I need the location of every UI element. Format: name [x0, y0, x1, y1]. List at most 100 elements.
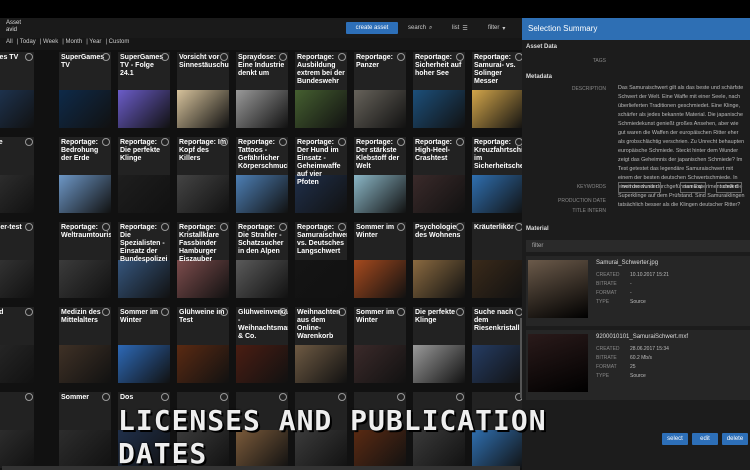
select-checkbox[interactable]: [456, 393, 464, 401]
range-all[interactable]: All: [6, 39, 13, 45]
asset-tile[interactable]: SuperGames TV - Folge 24.1: [118, 52, 170, 128]
asset-tile[interactable]: Sommer: [59, 392, 111, 468]
select-checkbox[interactable]: [456, 308, 464, 316]
asset-tile[interactable]: Reportage: High-Heel-Crashtest: [413, 137, 465, 213]
select-checkbox[interactable]: [397, 223, 405, 231]
select-checkbox[interactable]: [220, 308, 228, 316]
asset-tile[interactable]: sauger-test: [0, 222, 34, 298]
range-month[interactable]: | Month: [62, 39, 82, 45]
asset-tile[interactable]: Sommer im Winter: [354, 222, 406, 298]
select-checkbox[interactable]: [25, 53, 33, 61]
select-checkbox[interactable]: [397, 308, 405, 316]
asset-tile[interactable]: Reportage: Die perfekte Klinge: [118, 137, 170, 213]
keyword-tag[interactable]: schwert: [716, 182, 742, 193]
asset-tile[interactable]: Psychologie des Wohnens: [413, 222, 465, 298]
asset-tile[interactable]: Sommer im Winter: [118, 307, 170, 383]
list-view-button[interactable]: list ☰: [452, 22, 468, 34]
material-filter[interactable]: filter: [526, 240, 750, 252]
select-checkbox[interactable]: [220, 223, 228, 231]
asset-tile[interactable]: Reportage: Der Hund im Einsatz - Geheimw…: [295, 137, 347, 213]
select-checkbox[interactable]: [161, 138, 169, 146]
asset-thumbnail: [59, 345, 111, 383]
asset-tile[interactable]: Reportage: Kreuzfahrtschiff im Sicherhei…: [472, 137, 524, 213]
select-checkbox[interactable]: [220, 138, 228, 146]
search-button[interactable]: search ⌕: [408, 22, 432, 34]
select-button[interactable]: select: [662, 433, 688, 445]
select-checkbox[interactable]: [102, 223, 110, 231]
select-checkbox[interactable]: [102, 308, 110, 316]
select-checkbox[interactable]: [338, 53, 346, 61]
select-checkbox[interactable]: [338, 308, 346, 316]
select-checkbox[interactable]: [279, 308, 287, 316]
asset-tile[interactable]: Reportage: Kristallklare Fassbinder Hamb…: [177, 222, 229, 298]
select-checkbox[interactable]: [456, 138, 464, 146]
asset-tile[interactable]: Medizin des Mittelalters: [59, 307, 111, 383]
asset-tile[interactable]: Reportage: Ausbildung extrem bei der Bun…: [295, 52, 347, 128]
delete-button[interactable]: delete: [722, 433, 748, 445]
select-checkbox[interactable]: [161, 393, 169, 401]
asset-tile[interactable]: Reportage: Sicherheit auf hoher See: [413, 52, 465, 128]
asset-tile[interactable]: Glühweinverkäufer - Weihnachtsmarkt & Co…: [236, 307, 288, 383]
asset-tile[interactable]: Kräuterlikör: [472, 222, 524, 298]
select-checkbox[interactable]: [161, 308, 169, 316]
asset-tile[interactable]: Die perfekte Klinge: [413, 307, 465, 383]
asset-tile[interactable]: Reportage: Bedrohung der Erde: [59, 137, 111, 213]
select-checkbox[interactable]: [338, 223, 346, 231]
asset-tile[interactable]: [0, 392, 34, 468]
select-checkbox[interactable]: [25, 138, 33, 146]
select-checkbox[interactable]: [279, 138, 287, 146]
range-year[interactable]: | Year: [86, 39, 101, 45]
select-checkbox[interactable]: [456, 53, 464, 61]
select-checkbox[interactable]: [279, 393, 287, 401]
asset-tile[interactable]: Vorsicht vor Sinnestäuschun: [177, 52, 229, 128]
asset-tile[interactable]: Reportage: Weltraumtourismus: [59, 222, 111, 298]
keyword-tag[interactable]: samurai: [680, 182, 706, 193]
create-asset-button[interactable]: create asset: [346, 22, 398, 34]
asset-tile[interactable]: Games TV: [0, 52, 34, 128]
keyword-tag[interactable]: weit der wunder: [618, 182, 662, 193]
select-checkbox[interactable]: [397, 53, 405, 61]
asset-tile[interactable]: Weihnachten aus dem Online-Warenkorb: [295, 307, 347, 383]
description-label: DESCRIPTION: [571, 86, 606, 92]
select-checkbox[interactable]: [338, 138, 346, 146]
range-week[interactable]: | Week: [40, 39, 58, 45]
asset-tile[interactable]: Reportage: Samurai- vs. Solinger Messer: [472, 52, 524, 128]
select-checkbox[interactable]: [279, 53, 287, 61]
filter-button[interactable]: filter ▾: [488, 22, 505, 34]
edit-button[interactable]: edit: [692, 433, 718, 445]
select-checkbox[interactable]: [161, 223, 169, 231]
select-checkbox[interactable]: [25, 393, 33, 401]
asset-tile[interactable]: Reportage: Panzer: [354, 52, 406, 128]
material-item[interactable]: Samurai_Schwerter.jpg CREATED 10.10.2017 1…: [526, 256, 750, 326]
asset-tile[interactable]: Suche nach dem Riesenkristall: [472, 307, 524, 383]
material-item[interactable]: 9200010101_SamuraiSchwert.mxf CREATED 28.0…: [526, 330, 750, 400]
select-checkbox[interactable]: [397, 138, 405, 146]
asset-tile[interactable]: Sommer im Winter: [354, 307, 406, 383]
asset-tile[interactable]: Glühweine im Test: [177, 307, 229, 383]
select-checkbox[interactable]: [338, 393, 346, 401]
asset-tile[interactable]: Reportage: Die Strahler - Schatzsucher i…: [236, 222, 288, 298]
select-checkbox[interactable]: [102, 393, 110, 401]
select-checkbox[interactable]: [456, 223, 464, 231]
select-checkbox[interactable]: [220, 393, 228, 401]
select-checkbox[interactable]: [397, 393, 405, 401]
asset-tile[interactable]: rliche: [0, 137, 34, 213]
asset-tile[interactable]: Reportage: Tattoos - Gefährlicher Körper…: [236, 137, 288, 213]
select-checkbox[interactable]: [102, 53, 110, 61]
asset-tile[interactable]: Reportage: Samuraischwert vs. Deutsches …: [295, 222, 347, 298]
asset-tile[interactable]: Spraydose: Eine Industrie denkt um: [236, 52, 288, 128]
asset-tile[interactable]: guard: [0, 307, 34, 383]
asset-tile[interactable]: SuperGames TV: [59, 52, 111, 128]
select-checkbox[interactable]: [102, 138, 110, 146]
asset-tile[interactable]: Reportage: Die Spezialisten - Einsatz de…: [118, 222, 170, 298]
select-checkbox[interactable]: [279, 223, 287, 231]
range-custom[interactable]: | Custom: [105, 39, 129, 45]
select-checkbox[interactable]: [25, 308, 33, 316]
grid-horizontal-scrollbar[interactable]: [2, 466, 520, 470]
select-checkbox[interactable]: [220, 53, 228, 61]
asset-tile[interactable]: Reportage: Der stärkste Klebstoff der We…: [354, 137, 406, 213]
select-checkbox[interactable]: [25, 223, 33, 231]
asset-tile[interactable]: Reportage: Im Kopf des Killers: [177, 137, 229, 213]
select-checkbox[interactable]: [161, 53, 169, 61]
range-today[interactable]: | Today: [17, 39, 36, 45]
